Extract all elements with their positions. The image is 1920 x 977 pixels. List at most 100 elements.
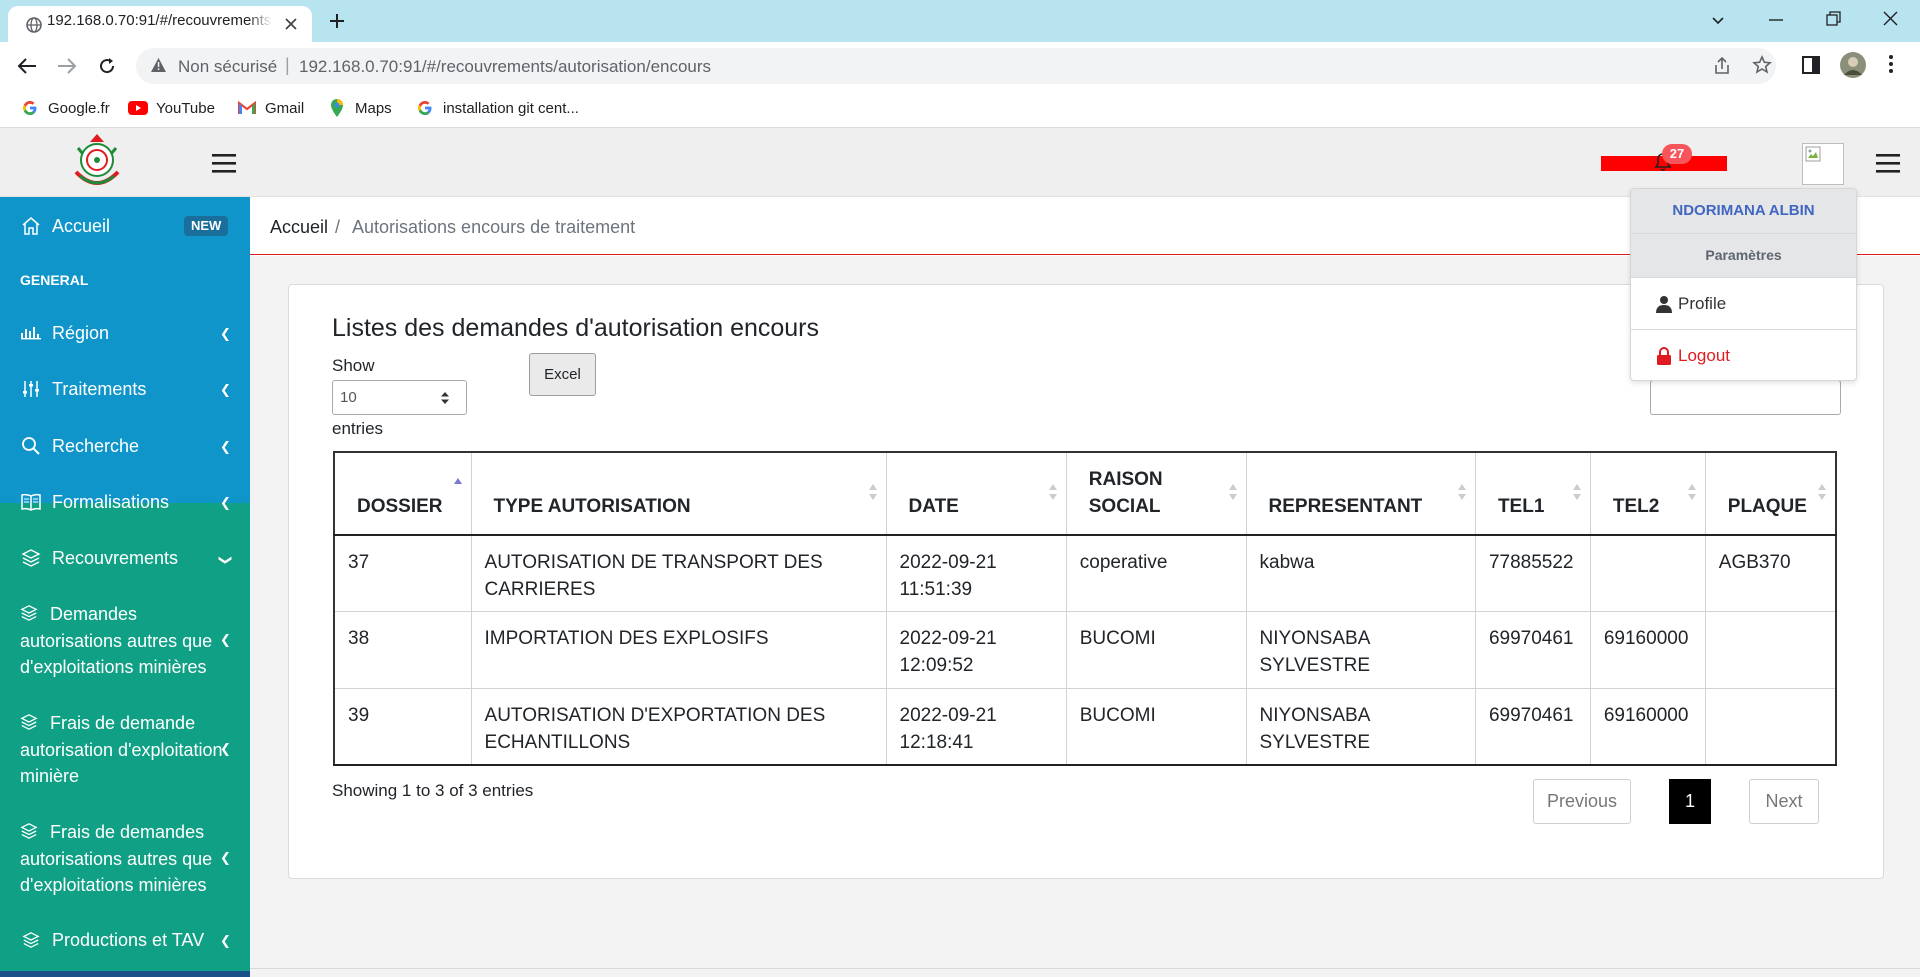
sidebar-subitem-frais-exploitation[interactable]: Frais de demande autorisation d'exploita… xyxy=(20,710,225,790)
column-header-dossier[interactable]: DOSSIER xyxy=(333,451,472,536)
sidebar-subitem-demandes-autres[interactable]: Demandes autorisations autres que d'expl… xyxy=(20,601,225,681)
brand-logo[interactable] xyxy=(68,132,126,194)
page-1-button[interactable]: 1 xyxy=(1669,779,1711,824)
sort-icon xyxy=(1687,484,1696,500)
cell-plaque: AGB370 xyxy=(1704,534,1837,612)
google-icon xyxy=(20,98,40,118)
warning-icon[interactable] xyxy=(150,57,167,73)
star-icon[interactable] xyxy=(1752,55,1772,75)
cell-plaque xyxy=(1704,611,1837,689)
sidebar-section-general: GENERAL xyxy=(20,272,89,288)
table-row[interactable]: 39 AUTORISATION D'EXPORTATION DES ECHANT… xyxy=(333,687,1837,766)
profile-avatar-icon[interactable] xyxy=(1839,51,1867,79)
user-avatar[interactable] xyxy=(1802,143,1844,185)
omnibox-separator: | xyxy=(285,55,290,75)
bookmark-maps[interactable]: Maps xyxy=(327,97,392,119)
cell-representant: NIYONSABA SYLVESTRE xyxy=(1245,611,1476,689)
sidebar-item-label: Recherche xyxy=(52,435,140,456)
sidebar-subitem-frais-autres[interactable]: Frais de demandes autorisations autres q… xyxy=(20,819,225,899)
next-page-button[interactable]: Next xyxy=(1749,779,1819,824)
gmail-icon xyxy=(237,98,257,118)
back-icon[interactable] xyxy=(17,57,37,75)
cell-tel1: 77885522 xyxy=(1474,534,1591,612)
chart-icon xyxy=(20,322,42,344)
reload-icon[interactable] xyxy=(97,56,117,76)
close-tab-icon[interactable] xyxy=(284,17,298,31)
table-row[interactable]: 38 IMPORTATION DES EXPLOSIFS 2022-09-21 … xyxy=(333,611,1837,689)
sidebar-item-recherche[interactable]: Recherche xyxy=(20,435,139,457)
entries-select-value: 10 xyxy=(340,389,357,406)
profile-label: Profile xyxy=(1678,293,1727,313)
sort-asc-icon xyxy=(453,478,462,484)
tab-search-icon[interactable] xyxy=(1710,12,1726,28)
excel-export-button[interactable]: Excel xyxy=(529,353,596,396)
notification-badge: 27 xyxy=(1662,144,1692,164)
restore-icon[interactable] xyxy=(1826,11,1841,26)
maps-icon xyxy=(327,98,347,118)
book-icon xyxy=(20,491,42,513)
bookmark-installation-git[interactable]: installation git cent... xyxy=(415,97,579,119)
sliders-icon xyxy=(20,378,42,400)
kebab-menu-icon[interactable] xyxy=(1889,55,1893,73)
sort-icon xyxy=(868,484,877,500)
chevron-left-icon: ❮ xyxy=(220,439,231,454)
cell-plaque xyxy=(1704,687,1837,766)
chevron-left-icon: ❮ xyxy=(220,495,231,510)
side-panel-icon[interactable] xyxy=(1802,56,1820,74)
sidebar-toggle-icon[interactable] xyxy=(212,154,236,173)
url-text[interactable]: 192.168.0.70:91/#/recouvrements/autorisa… xyxy=(299,57,711,77)
sidebar-subitem-label: Frais de demandes autorisations autres q… xyxy=(20,822,213,895)
sidebar-bottom-strip xyxy=(0,971,250,977)
column-header-date[interactable]: DATE xyxy=(885,451,1067,536)
sidebar-item-region[interactable]: Région xyxy=(20,322,109,344)
sidebar-item-accueil[interactable]: Accueil xyxy=(20,215,110,237)
user-dropdown-menu: NDORIMANA ALBIN Paramètres Profile Logou… xyxy=(1630,188,1857,381)
layers-icon xyxy=(20,547,42,569)
sidebar-item-recouvrements[interactable]: Recouvrements xyxy=(20,547,178,569)
minimize-icon[interactable] xyxy=(1769,18,1783,22)
logout-menu-item[interactable]: Logout xyxy=(1631,329,1856,380)
column-header-label: TEL2 xyxy=(1612,496,1660,517)
cell-dossier: 37 xyxy=(333,534,472,612)
youtube-icon xyxy=(128,98,148,118)
sort-icon xyxy=(1818,484,1826,500)
forward-icon[interactable] xyxy=(57,57,77,75)
column-header-raison-social[interactable]: RAISON SOCIAL xyxy=(1065,451,1247,536)
tab-title: 192.168.0.70:91/#/recouvrements/autorisa… xyxy=(47,12,272,29)
close-window-icon[interactable] xyxy=(1883,11,1898,26)
sort-icon xyxy=(1228,484,1237,500)
new-tab-icon[interactable] xyxy=(328,12,346,30)
share-icon[interactable] xyxy=(1712,56,1732,76)
main-menu-icon[interactable] xyxy=(1876,154,1900,173)
search-input[interactable] xyxy=(1650,380,1841,415)
column-header-tel2[interactable]: TEL2 xyxy=(1589,451,1706,536)
profile-menu-item[interactable]: Profile xyxy=(1631,277,1856,329)
previous-page-button[interactable]: Previous xyxy=(1533,779,1631,824)
cell-raison-social: coperative xyxy=(1065,534,1247,612)
column-header-label: TYPE AUTORISATION xyxy=(493,496,691,517)
sidebar-subitem-productions-tav[interactable]: Productions et TAV xyxy=(20,929,204,951)
bookmark-gmail[interactable]: Gmail xyxy=(237,97,304,119)
table-row[interactable]: 37 AUTORISATION DE TRANSPORT DES CARRIER… xyxy=(333,534,1837,612)
layers-icon xyxy=(20,604,42,622)
autorisations-table: DOSSIER TYPE AUTORISATION DATE RAISON SO… xyxy=(333,451,1837,766)
bookmark-label: installation git cent... xyxy=(443,99,579,117)
insecure-label: Non sécurisé xyxy=(178,57,278,76)
cell-tel2: 69160000 xyxy=(1589,687,1706,766)
bookmark-google[interactable]: Google.fr xyxy=(20,97,110,119)
bookmark-youtube[interactable]: YouTube xyxy=(128,97,215,119)
sidebar-item-traitements[interactable]: Traitements xyxy=(20,378,146,400)
column-header-tel1[interactable]: TEL1 xyxy=(1474,451,1591,536)
cell-date: 2022-09-21 12:09:52 xyxy=(885,611,1067,689)
chevron-left-icon: ❮ xyxy=(220,382,231,397)
breadcrumb-home-link[interactable]: Accueil xyxy=(270,217,328,238)
cell-date: 2022-09-21 12:18:41 xyxy=(885,687,1067,766)
cell-tel1: 69970461 xyxy=(1474,611,1591,689)
column-header-type[interactable]: TYPE AUTORISATION xyxy=(470,451,887,536)
chevron-left-icon: ❮ xyxy=(220,326,231,341)
sidebar-item-formalisations[interactable]: Formalisations xyxy=(20,491,169,513)
column-header-representant[interactable]: REPRESENTANT xyxy=(1245,451,1476,536)
table-info: Showing 1 to 3 of 3 entries xyxy=(332,781,534,800)
dropdown-params-header: Paramètres xyxy=(1631,233,1856,277)
column-header-plaque[interactable]: PLAQUE xyxy=(1704,451,1837,536)
